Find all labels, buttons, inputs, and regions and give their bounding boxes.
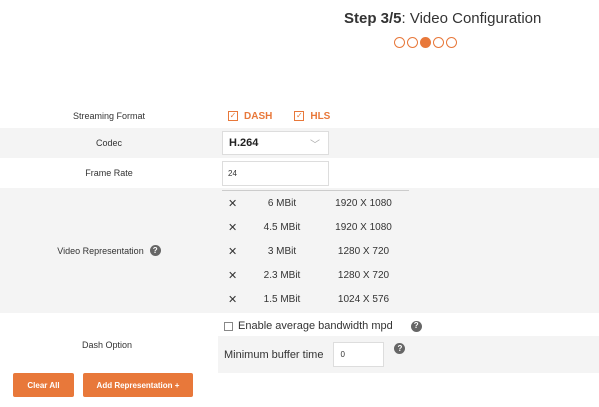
step-dot-5 (446, 37, 457, 48)
streaming-format-row: Streaming Format ✓ DASH ✓ HLS (0, 104, 599, 128)
hls-checkbox-label[interactable]: HLS (310, 111, 330, 122)
video-representation-label-group: Video Representation ? (57, 245, 161, 256)
streaming-format-label: Streaming Format (72, 111, 146, 121)
clear-all-button[interactable]: Clear All (13, 373, 74, 397)
step-dot-4 (433, 37, 444, 48)
dash-checkbox-group[interactable]: ✓ DASH (228, 111, 294, 122)
min-buffer-input[interactable]: 0 (333, 342, 385, 367)
dash-checkbox-label[interactable]: DASH (244, 111, 272, 122)
step-label: Step 3/5 (344, 10, 402, 27)
representation-resolution: 1024 X 576 (337, 293, 390, 305)
help-icon[interactable]: ? (394, 343, 406, 354)
add-representation-button[interactable]: Add Representation + (83, 373, 193, 397)
remove-x-icon[interactable]: ✕ (222, 269, 246, 282)
representation-bitrate: 4.5 MBit (263, 221, 301, 233)
step-dot-3-active (420, 37, 431, 48)
representation-bitrate: 3 MBit (267, 245, 297, 257)
frame-rate-input[interactable]: 24 (222, 160, 329, 186)
help-icon[interactable]: ? (149, 245, 161, 256)
avg-bandwidth-checkbox[interactable] (224, 321, 233, 331)
codec-row: Codec H.264 ﹀ (0, 128, 599, 158)
video-config-form: Streaming Format ✓ DASH ✓ HLS Codec H.26… (0, 104, 599, 376)
remove-x-icon[interactable]: ✕ (222, 221, 246, 234)
representation-resolution: 1280 X 720 (337, 269, 390, 281)
chevron-down-icon: ﹀ (310, 139, 320, 151)
representation-row: ✕ 3 MBit 1280 X 720 (222, 239, 409, 263)
representation-table: ✕ 6 MBit 1920 X 1080 ✕ 4.5 MBit 1920 X 1… (222, 190, 409, 311)
video-representation-row: Video Representation ? ✕ 6 MBit 1920 X 1… (0, 188, 599, 313)
codec-select[interactable]: H.264 ﹀ (222, 131, 329, 155)
min-buffer-value: 0 (340, 350, 345, 359)
hls-checkbox[interactable]: ✓ (294, 111, 305, 121)
representation-resolution: 1920 X 1080 (335, 197, 392, 209)
min-buffer-label: Minimum buffer time (224, 348, 324, 361)
video-representation-label: Video Representation (57, 245, 144, 256)
min-buffer-option: Minimum buffer time 0 ? (218, 336, 599, 373)
representation-row: ✕ 6 MBit 1920 X 1080 (222, 191, 409, 215)
representation-bitrate: 2.3 MBit (263, 269, 301, 281)
step-indicator (394, 37, 457, 48)
dash-option-label: Dash Option (81, 339, 133, 350)
representation-row: ✕ 1.5 MBit 1024 X 576 (222, 287, 409, 311)
representation-bitrate: 6 MBit (267, 197, 297, 209)
codec-label: Codec (95, 138, 122, 148)
step-header: Step 3/5: Video Configuration (344, 10, 541, 27)
remove-x-icon[interactable]: ✕ (222, 245, 246, 258)
codec-select-value: H.264 (229, 137, 259, 149)
step-dot-2 (407, 37, 418, 48)
check-icon: ✓ (229, 111, 237, 120)
representation-resolution: 1920 X 1080 (335, 221, 392, 233)
representation-row: ✕ 4.5 MBit 1920 X 1080 (222, 215, 409, 239)
step-title: : Video Configuration (401, 10, 542, 27)
remove-x-icon[interactable]: ✕ (222, 293, 246, 306)
representation-resolution: 1280 X 720 (337, 245, 390, 257)
frame-rate-value: 24 (228, 168, 237, 178)
dash-option-fields: Enable average bandwidth mpd ? Minimum b… (218, 316, 599, 373)
avg-bandwidth-label[interactable]: Enable average bandwidth mpd (238, 320, 393, 332)
hls-checkbox-group[interactable]: ✓ HLS (294, 111, 352, 122)
step-dot-1 (394, 37, 405, 48)
frame-rate-row: Frame Rate 24 (0, 158, 599, 188)
check-icon: ✓ (295, 111, 303, 120)
remove-x-icon[interactable]: ✕ (222, 197, 246, 210)
frame-rate-label: Frame Rate (85, 168, 133, 178)
help-icon[interactable]: ? (410, 320, 422, 332)
representation-bitrate: 1.5 MBit (263, 293, 301, 305)
representation-row: ✕ 2.3 MBit 1280 X 720 (222, 263, 409, 287)
dash-checkbox[interactable]: ✓ (228, 111, 238, 121)
avg-bandwidth-option[interactable]: Enable average bandwidth mpd ? (218, 316, 599, 336)
dash-option-row: Dash Option Enable average bandwidth mpd… (0, 313, 599, 376)
